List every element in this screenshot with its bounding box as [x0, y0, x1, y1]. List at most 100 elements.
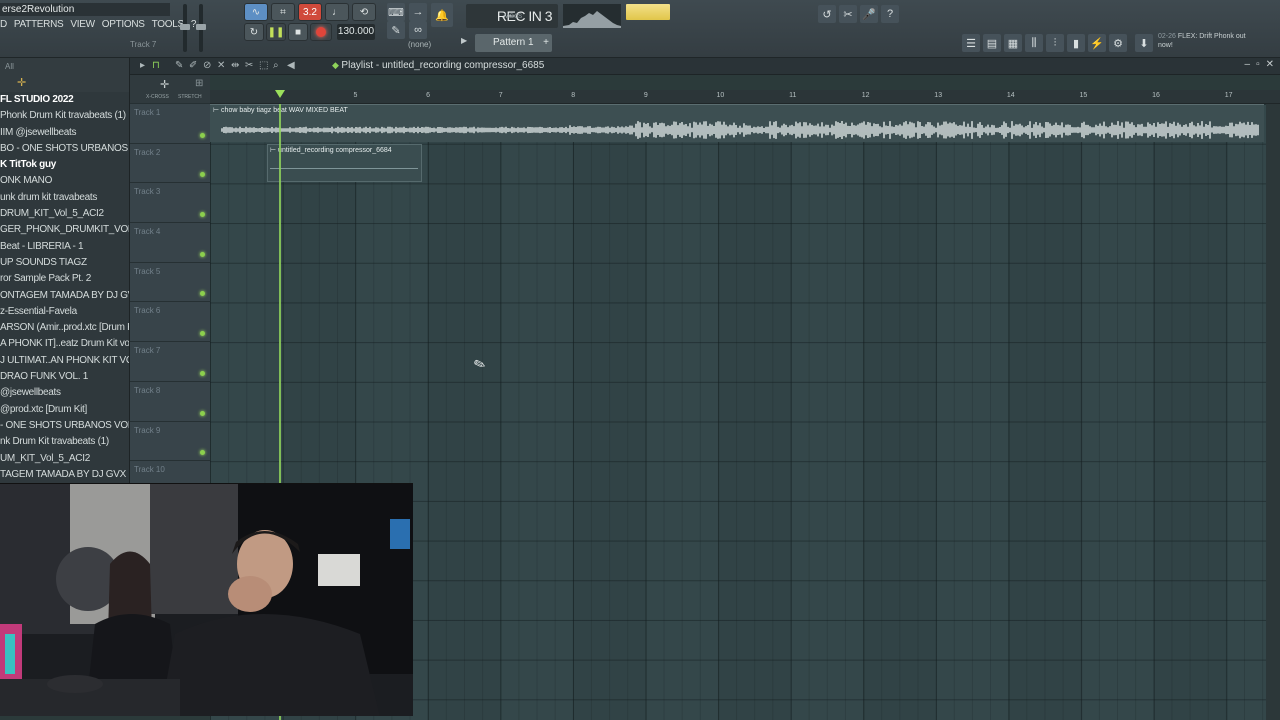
stop-button[interactable]: ■ — [288, 23, 308, 41]
plugin-picker-button[interactable]: ⚡ — [1088, 34, 1106, 52]
pattern-selector[interactable]: Pattern 1 — [475, 34, 552, 52]
tempo-display[interactable]: 130.000 — [337, 24, 375, 40]
track-header[interactable]: Track 4 — [130, 223, 210, 263]
track-enable-led[interactable] — [200, 370, 205, 376]
delete-tool-icon[interactable]: ⊘ — [203, 60, 211, 71]
track-header[interactable]: Track 3 — [130, 183, 210, 224]
mute-tool-icon[interactable]: ✕ — [217, 60, 225, 71]
track-enable-led[interactable] — [200, 450, 205, 456]
browser-item[interactable]: K TitTok guy — [0, 157, 129, 173]
track-header[interactable]: Track 5 — [130, 262, 210, 303]
menu-file[interactable]: D — [0, 19, 7, 30]
zoom-arrows-icon[interactable]: ✛ — [160, 78, 169, 91]
minimize-icon[interactable]: – — [1245, 59, 1251, 70]
audio-clip[interactable]: chow baby tiagz beat WAV MIXED BEAT — [210, 104, 1264, 142]
browser-item[interactable]: z-Essential-Favela — [0, 304, 129, 320]
browser-item[interactable]: GER_PHONK_DRUMKIT_VOL_3 — [0, 222, 129, 238]
snap-selector[interactable]: (none) — [408, 40, 431, 49]
project-info-button[interactable]: ⚙ — [1109, 34, 1127, 52]
track-header[interactable]: Track 6 — [130, 302, 210, 343]
audio-clip[interactable]: untitled_recording compressor_6684 — [267, 144, 422, 182]
typing-keyboard-button[interactable]: ⌨ — [387, 3, 405, 21]
browser-item[interactable]: Phonk Drum Kit travabeats (1) — [0, 108, 129, 124]
track-options-icon[interactable]: ⊞ — [195, 78, 203, 89]
browser-item[interactable]: FL STUDIO 2022 — [0, 92, 129, 108]
browser-item[interactable]: unk drum kit travabeats — [0, 190, 129, 206]
song-mode-button[interactable]: ⌗ — [271, 3, 295, 21]
zoom-tool-icon[interactable]: ⌕ — [273, 60, 279, 71]
browser-item[interactable]: A PHONK IT]..eatz Drum Kit vol 1 — [0, 336, 129, 352]
browser-item[interactable]: @jsewellbeats — [0, 385, 129, 401]
track-enable-led[interactable] — [200, 410, 205, 416]
vertical-scrollbar[interactable] — [1266, 104, 1280, 720]
browser-item[interactable]: BO - ONE SHOTS URBANOS VOL. 2 — [0, 141, 129, 157]
pattern-song-toggle[interactable]: ∿ — [244, 3, 268, 21]
browser-item[interactable]: nk Drum Kit travabeats (1) — [0, 434, 129, 450]
mixer-button[interactable]: ⫼ — [1025, 34, 1043, 52]
tempo-tapper-button[interactable]: ⫶ — [1046, 34, 1064, 52]
browser-item[interactable]: Beat - LIBRERIA - 1 — [0, 239, 129, 255]
cut-button[interactable]: ✂ — [839, 5, 857, 23]
undo-button[interactable]: ↺ — [818, 5, 836, 23]
track-header[interactable]: Track 1 — [130, 104, 210, 144]
browser-item[interactable]: UM_KIT_Vol_5_ACI2 — [0, 451, 129, 467]
playlist-view-button[interactable]: ☰ — [962, 34, 980, 52]
timeline-ruler[interactable]: 56789101112131415161718 — [210, 90, 1280, 104]
track-enable-led[interactable] — [200, 172, 205, 178]
slice-tool-icon[interactable]: ✂ — [245, 60, 253, 71]
playhead-marker[interactable] — [275, 90, 285, 98]
help-button[interactable]: ? — [881, 5, 899, 23]
playback-tool-icon[interactable]: ◀ — [287, 60, 295, 71]
browser-filter[interactable]: All — [0, 58, 129, 76]
play-button[interactable]: ❚❚ — [266, 23, 286, 41]
playlist-menu-icon[interactable]: ▸ — [140, 60, 145, 71]
track-enable-led[interactable] — [200, 331, 205, 337]
track-enable-led[interactable] — [200, 132, 205, 138]
news-download-button[interactable]: ⬇ — [1135, 34, 1153, 52]
browser-item[interactable]: DRUM_KIT_Vol_5_ACI2 — [0, 206, 129, 222]
browser-item[interactable]: ARSON (Amir..prod.xtc [Drum Kit] — [0, 320, 129, 336]
news-ticker[interactable]: 02-26 FLEX: Drift Phonk out now! — [1158, 32, 1258, 50]
record-audio-button[interactable]: 🎤 — [860, 5, 878, 23]
browser-toolbar[interactable] — [0, 76, 129, 92]
close-icon[interactable]: ✕ — [1266, 59, 1274, 70]
browser-button[interactable]: ▮ — [1067, 34, 1085, 52]
snap-tool-button[interactable]: ✎ — [387, 21, 405, 39]
track-enable-led[interactable] — [200, 251, 205, 257]
step-edit-button[interactable]: → — [409, 3, 427, 21]
time-display[interactable]: 3.2 — [298, 3, 322, 21]
menu-view[interactable]: VIEW — [70, 19, 95, 30]
select-tool-icon[interactable]: ⬚ — [259, 60, 268, 71]
browser-item[interactable]: IIM @jsewellbeats — [0, 125, 129, 141]
track-header[interactable]: Track 9 — [130, 421, 210, 462]
loop-record-button[interactable]: ⟲ — [352, 3, 376, 21]
track-header[interactable]: Track 7 — [130, 342, 210, 382]
track-enable-led[interactable] — [200, 291, 205, 297]
track-header[interactable]: Track 2 — [130, 143, 210, 184]
link-button[interactable]: ∞ — [409, 21, 427, 39]
metronome-tool-button[interactable]: 🔔 — [431, 3, 453, 27]
metronome-button[interactable]: ♩ — [325, 3, 349, 21]
draw-tool-icon[interactable]: ✎ — [175, 60, 183, 71]
pattern-prev-icon[interactable]: ▶ — [461, 36, 467, 45]
browser-item[interactable]: ror Sample Pack Pt. 2 — [0, 271, 129, 287]
track-enable-led[interactable] — [200, 212, 205, 218]
menu-patterns[interactable]: PATTERNS — [14, 19, 64, 30]
master-pitch-slider[interactable] — [196, 4, 206, 52]
master-volume-slider[interactable] — [180, 4, 190, 52]
piano-roll-button[interactable]: ▤ — [983, 34, 1001, 52]
loop-mode-button[interactable]: ↻ — [244, 23, 264, 41]
browser-item[interactable]: UP SOUNDS TIAGZ — [0, 255, 129, 271]
snap-magnet-icon[interactable]: ⊓ — [152, 60, 160, 71]
slip-tool-icon[interactable]: ⇹ — [231, 60, 239, 71]
channel-rack-button[interactable]: ▦ — [1004, 34, 1022, 52]
browser-item[interactable]: DRAO FUNK VOL. 1 — [0, 369, 129, 385]
browser-item[interactable]: @prod.xtc [Drum Kit] — [0, 402, 129, 418]
browser-item[interactable]: TAGEM TAMADA BY DJ GVX — [0, 467, 129, 483]
maximize-icon[interactable]: ▫ — [1256, 59, 1260, 70]
browser-item[interactable]: ONTAGEM TAMADA BY DJ GVX — [0, 288, 129, 304]
browser-item[interactable]: J ULTIMAT..AN PHONK KIT VOL. 3 — [0, 353, 129, 369]
track-header[interactable]: Track 8 — [130, 381, 210, 422]
menu-options[interactable]: OPTIONS — [102, 19, 145, 30]
browser-item[interactable]: - ONE SHOTS URBANOS VOL. 2 — [0, 418, 129, 434]
